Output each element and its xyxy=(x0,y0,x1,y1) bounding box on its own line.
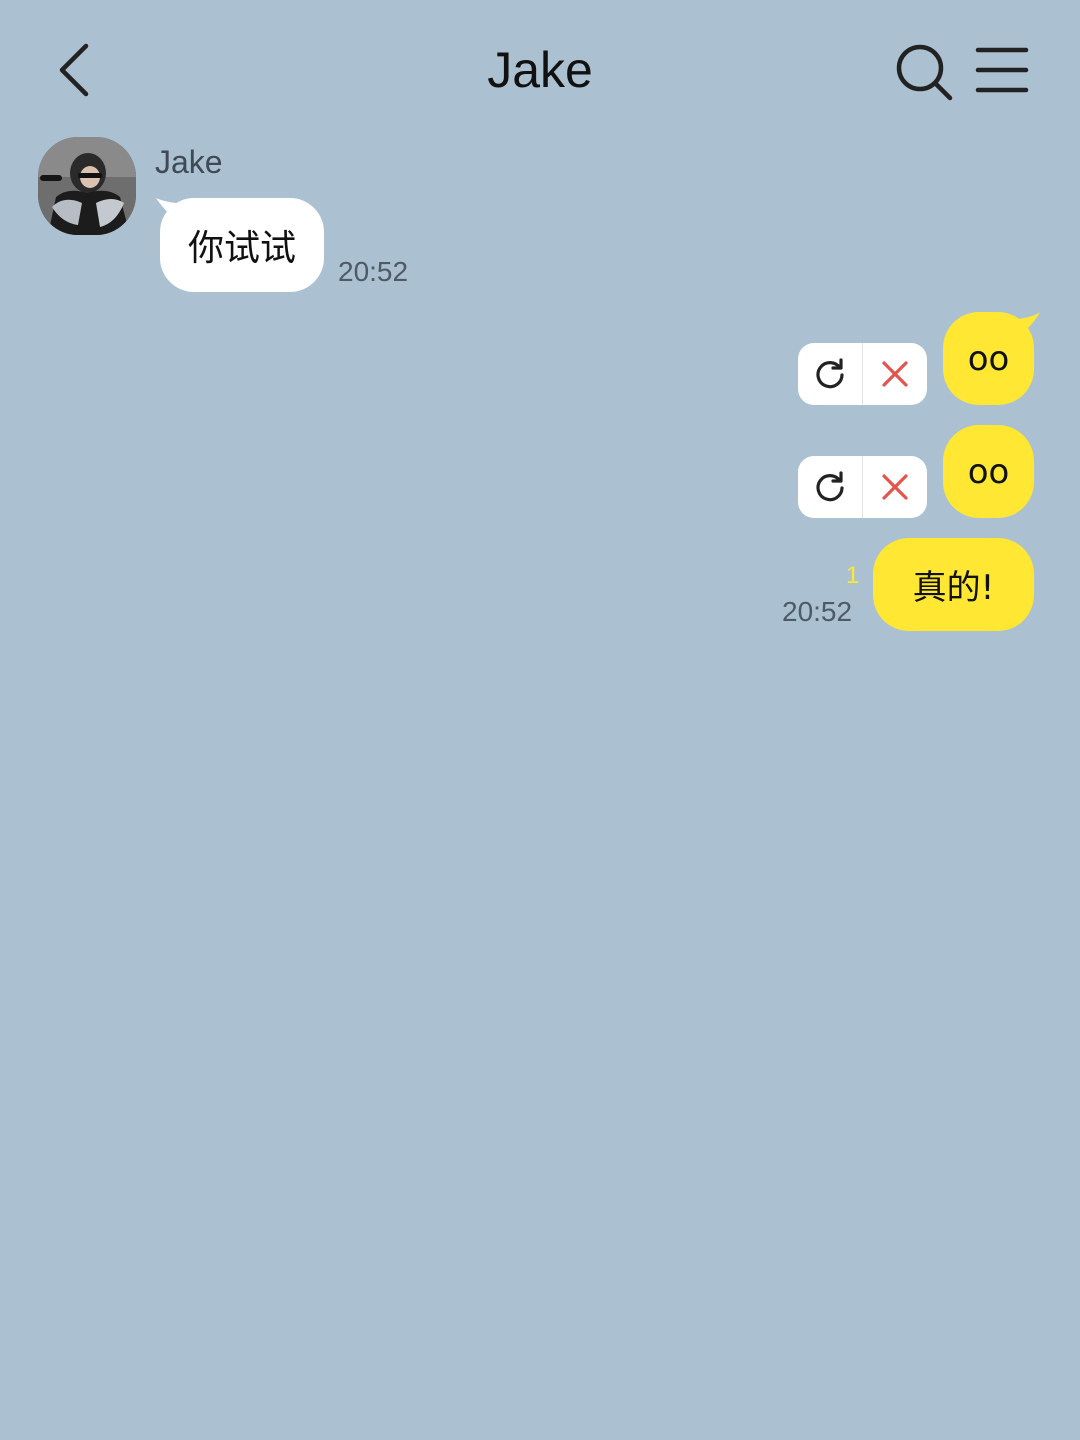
hamburger-menu-icon xyxy=(975,47,1029,93)
search-icon xyxy=(896,44,953,101)
resend-button[interactable] xyxy=(798,456,863,518)
message-text: 你试试 xyxy=(188,228,297,269)
close-icon xyxy=(882,474,908,500)
refresh-icon xyxy=(816,358,844,389)
failed-message-actions xyxy=(798,456,927,518)
message-text: 真的! xyxy=(912,568,995,608)
outgoing-message-bubble[interactable]: 真的! xyxy=(873,538,1034,631)
menu-button[interactable] xyxy=(974,44,1032,96)
close-icon xyxy=(882,361,908,387)
message-text: oo xyxy=(967,338,1010,379)
profile-photo xyxy=(38,137,136,235)
message-timestamp: 20:52 xyxy=(782,596,853,627)
message-text: oo xyxy=(967,451,1010,492)
failed-message-actions xyxy=(798,343,927,405)
resend-button[interactable] xyxy=(798,343,863,405)
outgoing-message-bubble[interactable]: oo xyxy=(943,312,1034,405)
avatar[interactable] xyxy=(38,137,136,235)
search-button[interactable] xyxy=(892,40,956,104)
delete-button[interactable] xyxy=(863,456,927,518)
chat-header: Jake xyxy=(0,0,1080,140)
delete-button[interactable] xyxy=(863,343,927,405)
unread-count: 1 xyxy=(846,562,860,589)
message-timestamp: 20:52 xyxy=(338,256,409,287)
refresh-icon xyxy=(816,471,844,502)
outgoing-message-bubble[interactable]: oo xyxy=(943,425,1034,518)
incoming-message-bubble[interactable]: 你试试 xyxy=(160,198,325,292)
sender-name: Jake xyxy=(155,144,223,180)
